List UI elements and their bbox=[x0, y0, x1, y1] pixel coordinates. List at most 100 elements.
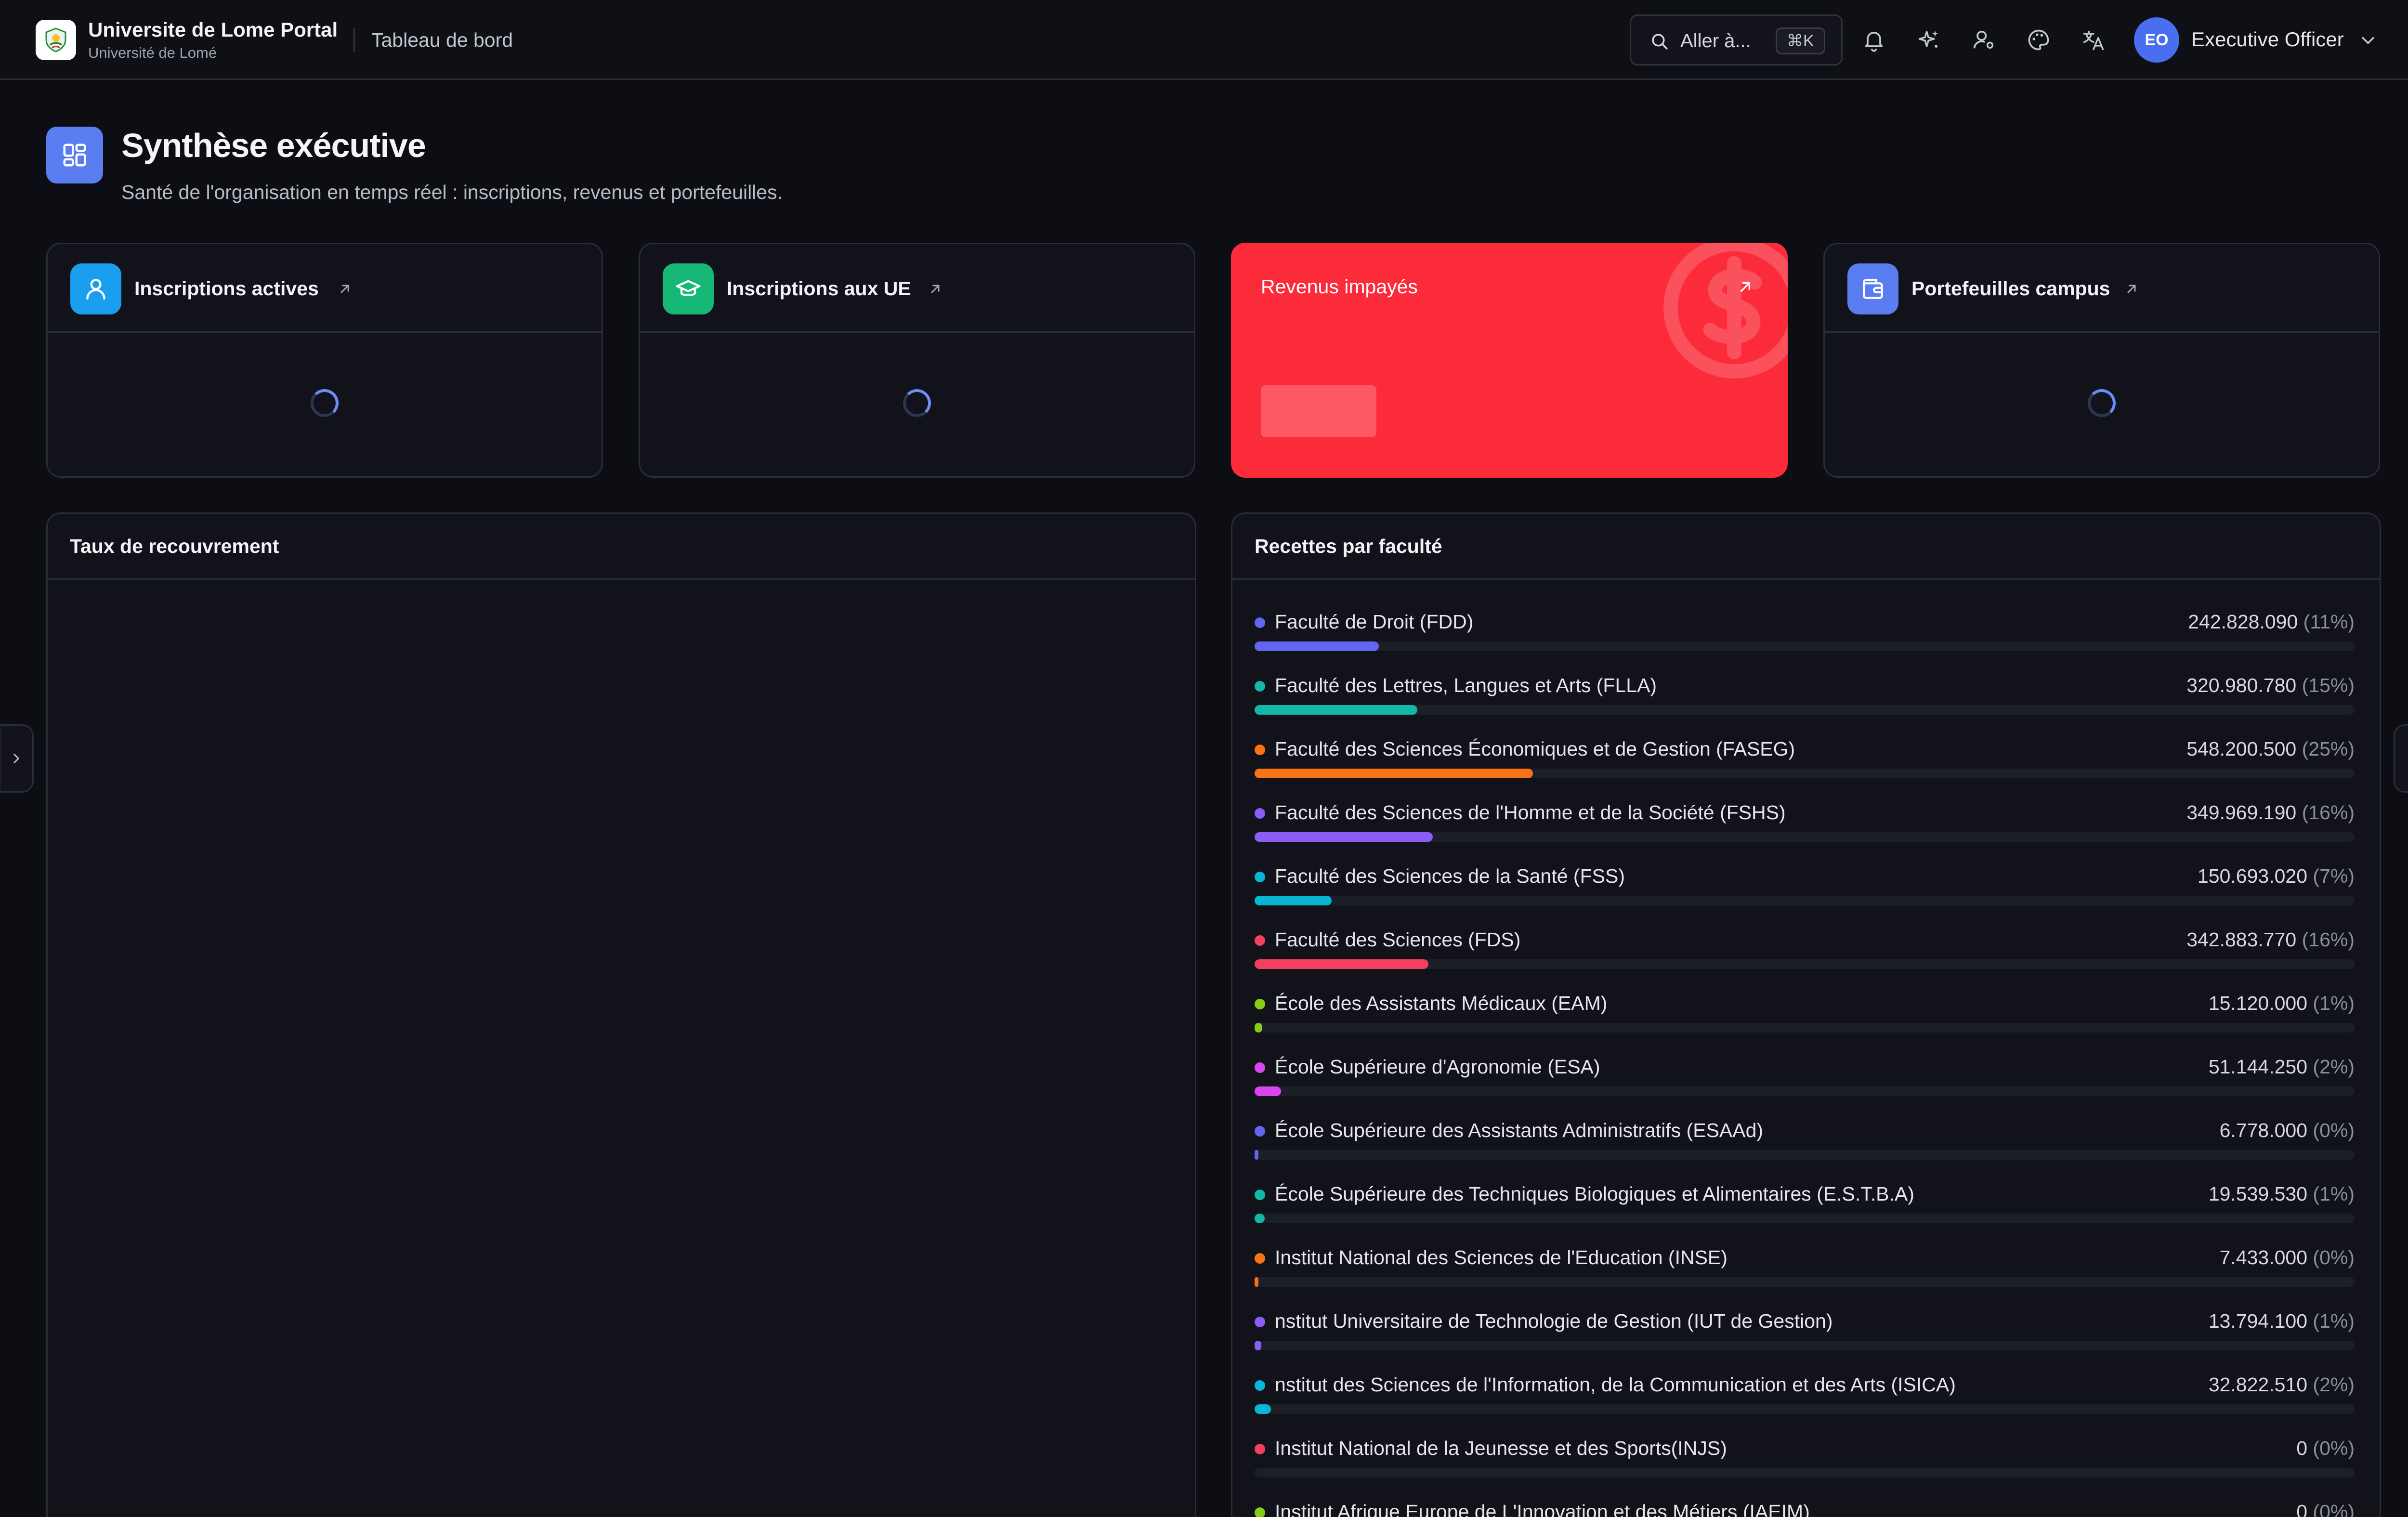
faculty-amount: 13.794.100 (1%) bbox=[2209, 1310, 2355, 1333]
percentage-value: (2%) bbox=[2313, 1373, 2355, 1396]
legend-dot bbox=[1255, 872, 1265, 882]
faculty-amount: 150.693.020 (7%) bbox=[2198, 865, 2355, 888]
breadcrumb[interactable]: Tableau de bord bbox=[371, 29, 513, 52]
external-link-icon[interactable] bbox=[927, 281, 943, 297]
avatar[interactable]: EO bbox=[2134, 17, 2179, 63]
user-menu-name[interactable]: Executive Officer bbox=[2191, 28, 2344, 51]
external-link-icon[interactable] bbox=[2123, 281, 2140, 297]
legend-dot bbox=[1255, 1062, 1265, 1073]
progress-bar bbox=[1255, 1341, 1261, 1350]
percentage-value: (0%) bbox=[2313, 1246, 2355, 1269]
faculty-name: École des Assistants Médicaux (EAM) bbox=[1275, 992, 1608, 1014]
faculty-amount: 0 (0%) bbox=[2296, 1437, 2355, 1460]
page-subtitle: Santé de l'organisation en temps réel : … bbox=[121, 181, 783, 203]
chevron-left-icon bbox=[2403, 750, 2408, 767]
panel-taux-recouvrement: Taux de recouvrement bbox=[46, 512, 1196, 1517]
legend-dot bbox=[1255, 1317, 1265, 1327]
university-crest-icon bbox=[45, 27, 66, 52]
card-title: Revenus impayés bbox=[1261, 275, 1418, 298]
progress-bar bbox=[1255, 1404, 1271, 1414]
search-button[interactable]: Aller à... ⌘K bbox=[1630, 14, 1843, 65]
app-title: Universite de Lome Portal bbox=[88, 18, 338, 41]
amount-value: 32.822.510 bbox=[2208, 1373, 2308, 1396]
progress-track bbox=[1255, 959, 2355, 969]
faculty-name: Faculté des Sciences de l'Homme et de la… bbox=[1275, 801, 1786, 824]
search-icon bbox=[1652, 34, 1668, 50]
list-item: nstitut Universitaire de Technologie de … bbox=[1255, 1299, 2355, 1363]
notifications-button[interactable] bbox=[1860, 26, 1888, 54]
card-inscriptions-ue[interactable]: Inscriptions aux UE bbox=[639, 243, 1195, 478]
user-settings-icon bbox=[1973, 30, 1994, 49]
chevron-down-icon[interactable] bbox=[2357, 30, 2379, 51]
amount-value: 349.969.190 bbox=[2186, 801, 2297, 824]
dollar-icon bbox=[1663, 243, 1788, 379]
expand-left-sidebar-button[interactable] bbox=[0, 724, 34, 793]
legend-dot bbox=[1255, 1126, 1265, 1137]
legend-dot bbox=[1255, 1190, 1265, 1200]
legend-dot bbox=[1255, 935, 1265, 946]
percentage-value: (2%) bbox=[2313, 1056, 2355, 1078]
list-item: Faculté des Sciences de la Santé (FSS) 15… bbox=[1255, 854, 2355, 918]
faculty-name: nstitut Universitaire de Technologie de … bbox=[1275, 1310, 1833, 1332]
card-inscriptions-actives[interactable]: Inscriptions actives bbox=[46, 243, 603, 478]
percentage-value: (15%) bbox=[2302, 674, 2355, 696]
external-link-icon[interactable] bbox=[1736, 277, 1755, 297]
amount-value: 6.778.000 bbox=[2219, 1119, 2308, 1141]
amount-value: 548.200.500 bbox=[2186, 738, 2297, 760]
card-title: Inscriptions actives bbox=[134, 277, 319, 300]
progress-track bbox=[1255, 1341, 2355, 1350]
expand-right-sidebar-button[interactable] bbox=[2394, 724, 2408, 793]
percentage-value: (0%) bbox=[2313, 1437, 2355, 1459]
card-title: Inscriptions aux UE bbox=[727, 277, 911, 300]
faculty-amount: 342.883.770 (16%) bbox=[2186, 929, 2355, 951]
faculty-name: Institut Afrique Europe de L'Innovation … bbox=[1275, 1501, 1810, 1517]
faculty-name: Faculté des Lettres, Langues et Arts (FL… bbox=[1275, 674, 1657, 696]
faculty-amount: 7.433.000 (0%) bbox=[2220, 1246, 2355, 1269]
faculty-name: Faculté des Sciences de la Santé (FSS) bbox=[1275, 865, 1625, 887]
amount-value: 51.144.250 bbox=[2208, 1056, 2308, 1078]
faculty-amount: 349.969.190 (16%) bbox=[2186, 801, 2355, 824]
list-item: Faculté des Lettres, Langues et Arts (FL… bbox=[1255, 664, 2355, 727]
card-portefeuilles-campus[interactable]: Portefeuilles campus bbox=[1823, 243, 2380, 478]
loading-spinner bbox=[311, 389, 339, 417]
amount-value: 0 bbox=[2296, 1501, 2308, 1517]
language-button[interactable] bbox=[2080, 26, 2107, 54]
list-item: École Supérieure des Techniques Biologiq… bbox=[1255, 1172, 2355, 1236]
list-item: Faculté des Sciences Économiques et de G… bbox=[1255, 727, 2355, 791]
card-icon-tile bbox=[70, 263, 121, 314]
loading-spinner bbox=[2088, 389, 2116, 417]
percentage-value: (1%) bbox=[2313, 1183, 2355, 1205]
progress-bar bbox=[1255, 1023, 1262, 1033]
progress-bar bbox=[1255, 832, 1433, 842]
university-logo[interactable] bbox=[36, 20, 76, 60]
progress-bar bbox=[1255, 1150, 1258, 1160]
progress-track bbox=[1255, 1214, 2355, 1223]
legend-dot bbox=[1255, 1253, 1265, 1264]
faculty-name: Institut National des Sciences de l'Educ… bbox=[1275, 1246, 1727, 1269]
legend-dot bbox=[1255, 745, 1265, 755]
card-revenus-impayes[interactable]: Revenus impayés bbox=[1231, 243, 1788, 478]
amount-value: 342.883.770 bbox=[2186, 929, 2297, 951]
chevron-right-icon bbox=[13, 754, 19, 763]
progress-track bbox=[1255, 705, 2355, 715]
percentage-value: (16%) bbox=[2302, 801, 2355, 824]
legend-dot bbox=[1255, 1444, 1265, 1454]
faculty-amount: 15.120.000 (1%) bbox=[2209, 992, 2355, 1015]
wallet-icon bbox=[1863, 279, 1883, 299]
progress-bar bbox=[1255, 641, 1379, 651]
faculty-amount: 242.828.090 (11%) bbox=[2188, 611, 2355, 633]
faculty-name: École Supérieure des Assistants Administ… bbox=[1275, 1119, 1764, 1141]
card-header: Inscriptions aux UE bbox=[640, 244, 1194, 333]
progress-bar bbox=[1255, 959, 1428, 969]
list-item: Institut National des Sciences de l'Educ… bbox=[1255, 1236, 2355, 1299]
dashboard-icon bbox=[63, 144, 86, 167]
faculty-amount: 32.822.510 (2%) bbox=[2209, 1373, 2355, 1396]
theme-button[interactable] bbox=[2025, 26, 2053, 54]
search-shortcut: ⌘K bbox=[1776, 27, 1825, 54]
card-icon-tile bbox=[663, 263, 714, 314]
external-link-icon[interactable] bbox=[337, 281, 353, 297]
ai-assistant-button[interactable] bbox=[1915, 26, 1943, 54]
panel-header: Taux de recouvrement bbox=[48, 514, 1195, 580]
faculty-amount: 548.200.500 (25%) bbox=[2186, 738, 2355, 760]
user-settings-button[interactable] bbox=[1970, 26, 1998, 54]
